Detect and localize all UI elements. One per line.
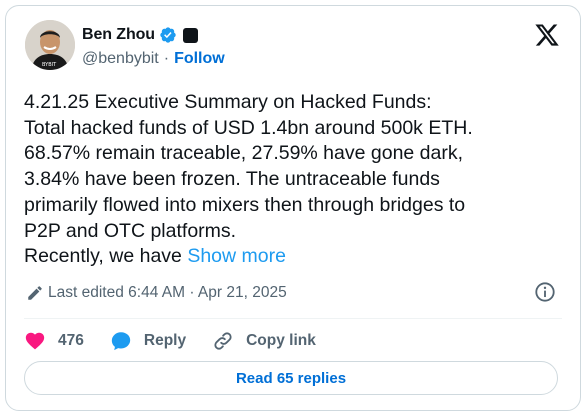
copy-link-label: Copy link xyxy=(246,332,316,349)
verified-badge-icon xyxy=(160,27,176,43)
tweet-line: Total hacked funds of USD 1.4bn around 5… xyxy=(24,116,473,139)
reply-label: Reply xyxy=(143,332,187,349)
info-icon[interactable] xyxy=(534,281,556,303)
reply-button[interactable]: Reply xyxy=(110,330,186,352)
heart-icon xyxy=(25,332,45,350)
follow-button[interactable]: Follow xyxy=(174,50,225,68)
edited-info[interactable]: Last edited 6:44 AM · Apr 21, 2025 xyxy=(26,284,287,302)
copy-link-button[interactable]: Copy link xyxy=(212,330,316,352)
tweet-line: primarily flowed into mixers then throug… xyxy=(24,193,466,216)
read-replies-label: Read 65 replies xyxy=(235,369,347,387)
like-count: 476 xyxy=(58,332,84,349)
svg-text:BYBIT: BYBIT xyxy=(42,62,57,68)
tweet-line-prefix: Recently, we have xyxy=(24,245,188,268)
tweet-text: 4.21.25 Executive Summary on Hacked Fund… xyxy=(24,90,572,270)
tweet-last-line: Recently, we have Show more xyxy=(24,244,572,270)
tweet-line: P2P and OTC platforms. xyxy=(24,219,237,242)
link-icon xyxy=(214,332,232,350)
author-handle[interactable]: @benbybit xyxy=(82,50,159,68)
action-bar: 476 Reply Copy link xyxy=(24,326,342,356)
avatar[interactable]: BYBIT xyxy=(25,20,75,70)
x-logo-icon[interactable] xyxy=(534,22,560,48)
like-button[interactable]: 476 xyxy=(24,330,84,352)
pencil-icon xyxy=(28,286,42,300)
divider xyxy=(24,318,562,319)
handle-row: @benbybit · Follow xyxy=(82,50,225,68)
affiliate-badge-icon[interactable] xyxy=(182,25,198,43)
author-name[interactable]: Ben Zhou xyxy=(82,26,155,44)
tweet-line: 68.57% remain traceable, 27.59% have gon… xyxy=(24,142,464,165)
tweet-line: 3.84% have been frozen. The untraceable … xyxy=(24,168,440,191)
show-more-link[interactable]: Show more xyxy=(187,245,286,267)
edited-text: Last edited 6:44 AM · Apr 21, 2025 xyxy=(48,284,287,301)
read-replies-button[interactable]: Read 65 replies xyxy=(24,361,558,395)
reply-bubble-icon xyxy=(111,332,131,351)
tweet-line: 4.21.25 Executive Summary on Hacked Fund… xyxy=(24,91,432,113)
tweet-card: BYBIT Ben Zhou @benbybit · Follow 4.21.2… xyxy=(5,5,581,411)
author-name-row: Ben Zhou xyxy=(82,24,198,46)
separator-dot: · xyxy=(163,50,170,67)
